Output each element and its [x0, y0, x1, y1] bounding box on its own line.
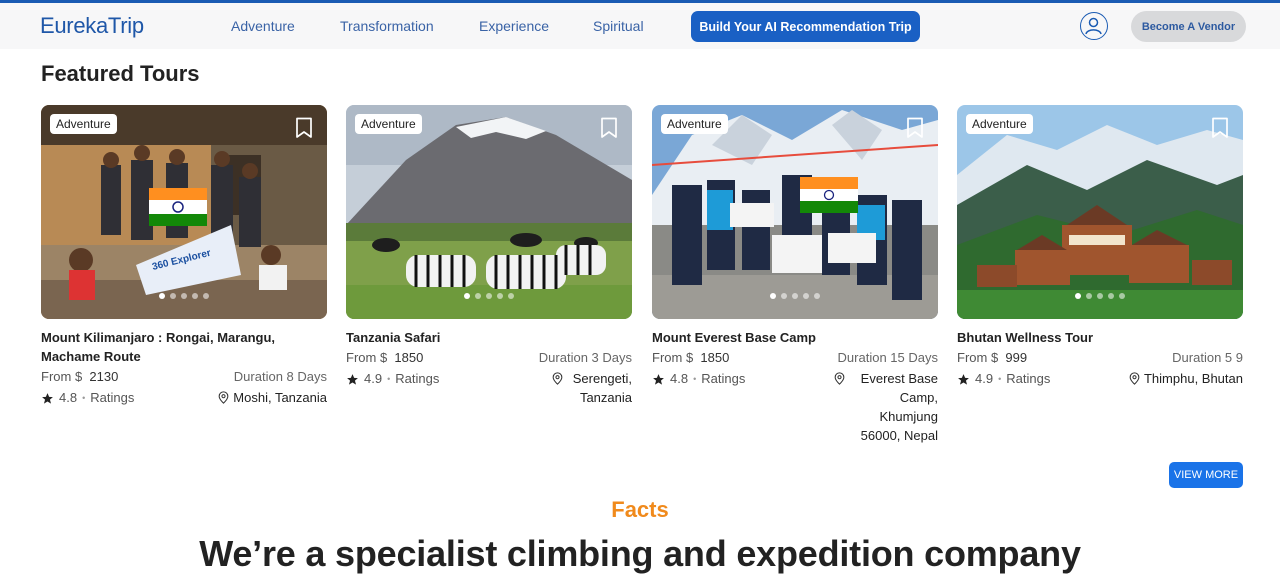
tour-title[interactable]: Tanzania Safari	[346, 328, 632, 347]
tour-card[interactable]: Adventure Mount Everest Base Camp From $…	[652, 105, 938, 445]
rating-value: 4.8	[670, 371, 689, 386]
price-label: From $	[346, 350, 388, 365]
tour-price: From $ 1850	[346, 348, 423, 368]
rating-value: 4.9	[364, 371, 383, 386]
carousel-dots[interactable]	[41, 293, 327, 299]
tour-card[interactable]: Adventure Tanzania Safari From $ 1850 Du…	[346, 105, 632, 407]
location-pin-icon	[218, 391, 229, 404]
tour-location: Moshi, Tanzania	[218, 388, 327, 407]
category-tag: Adventure	[355, 114, 422, 134]
tour-price: From $ 1850	[652, 348, 729, 368]
price-value: 1850	[394, 350, 424, 365]
tour-card[interactable]: Adventure Bhutan Wellness Tour From $ 99…	[957, 105, 1243, 389]
tour-rating: 4.8 • Ratings	[652, 369, 745, 389]
ratings-label: Ratings	[1006, 371, 1051, 386]
logo[interactable]: EurekaTrip	[40, 13, 144, 39]
price-label: From $	[41, 369, 83, 384]
tour-location: Thimphu, Bhutan	[1129, 369, 1243, 388]
location-pin-icon	[1129, 372, 1140, 385]
tour-rating: 4.8 • Ratings	[41, 388, 134, 408]
price-value: 1850	[700, 350, 730, 365]
carousel-dots[interactable]	[652, 293, 938, 299]
tour-duration: Duration 8 Days	[233, 369, 327, 384]
tour-image[interactable]: Adventure	[957, 105, 1243, 319]
tour-image[interactable]: 360 Explorer Adventure	[41, 105, 327, 319]
site-header: EurekaTrip Adventure Transformation Expe…	[0, 3, 1280, 49]
location-text: Serengeti, Tanzania	[572, 371, 632, 405]
tour-location: Everest Base Camp, Khumjung 56000, Nepal	[834, 369, 938, 445]
price-label: From $	[957, 350, 999, 365]
ratings-label: Ratings	[701, 371, 746, 386]
location-text: Thimphu, Bhutan	[1143, 371, 1243, 386]
facts-label: Facts	[611, 497, 669, 522]
carousel-dots[interactable]	[957, 293, 1243, 299]
become-vendor-button[interactable]: Become A Vendor	[1131, 11, 1246, 42]
location-pin-icon	[834, 372, 845, 385]
ratings-label: Ratings	[90, 390, 135, 405]
price-value: 999	[1005, 350, 1028, 365]
tour-duration: Duration 15 Days	[837, 350, 938, 365]
tour-price: From $ 2130	[41, 367, 118, 387]
location-text: Everest Base Camp, Khumjung 56000, Nepal	[860, 371, 938, 443]
user-profile-icon[interactable]	[1080, 12, 1108, 40]
bookmark-icon[interactable]	[295, 117, 313, 139]
location-pin-icon	[552, 372, 563, 385]
tour-duration: Duration 5 9	[1172, 350, 1243, 365]
tour-rating: 4.9 • Ratings	[346, 369, 439, 389]
star-icon	[42, 392, 53, 404]
facts-headline: We’re a specialist climbing and expediti…	[199, 533, 1081, 574]
price-value: 2130	[89, 369, 119, 384]
bookmark-icon[interactable]	[1211, 117, 1229, 139]
category-tag: Adventure	[50, 114, 117, 134]
rating-value: 4.8	[59, 390, 78, 405]
nav-transformation[interactable]: Transformation	[340, 18, 434, 34]
tour-duration: Duration 3 Days	[538, 350, 632, 365]
nav-adventure[interactable]: Adventure	[231, 18, 295, 34]
price-label: From $	[652, 350, 694, 365]
tour-location: Serengeti, Tanzania	[552, 369, 632, 407]
ratings-label: Ratings	[395, 371, 440, 386]
tour-card[interactable]: 360 Explorer Adventure Mount Kilimanjaro…	[41, 105, 327, 408]
tour-rating: 4.9 • Ratings	[957, 369, 1050, 389]
tour-title[interactable]: Mount Everest Base Camp	[652, 328, 938, 347]
tour-price: From $ 999	[957, 348, 1027, 368]
tour-title[interactable]: Mount Kilimanjaro : Rongai, Marangu, Mac…	[41, 328, 327, 366]
tour-image[interactable]: Adventure	[652, 105, 938, 319]
location-text: Moshi, Tanzania	[233, 390, 327, 405]
nav-experience[interactable]: Experience	[479, 18, 549, 34]
category-tag: Adventure	[966, 114, 1033, 134]
featured-tours-heading: Featured Tours	[41, 61, 200, 86]
build-ai-trip-button[interactable]: Build Your AI Recommendation Trip	[691, 11, 920, 42]
view-more-button[interactable]: VIEW MORE	[1169, 462, 1243, 488]
star-icon	[653, 373, 664, 385]
rating-value: 4.9	[975, 371, 994, 386]
carousel-dots[interactable]	[346, 293, 632, 299]
bookmark-icon[interactable]	[906, 117, 924, 139]
star-icon	[958, 373, 969, 385]
nav-spiritual[interactable]: Spiritual	[593, 18, 644, 34]
star-icon	[347, 373, 358, 385]
category-tag: Adventure	[661, 114, 728, 134]
bookmark-icon[interactable]	[600, 117, 618, 139]
tour-title[interactable]: Bhutan Wellness Tour	[957, 328, 1243, 347]
tour-image[interactable]: Adventure	[346, 105, 632, 319]
